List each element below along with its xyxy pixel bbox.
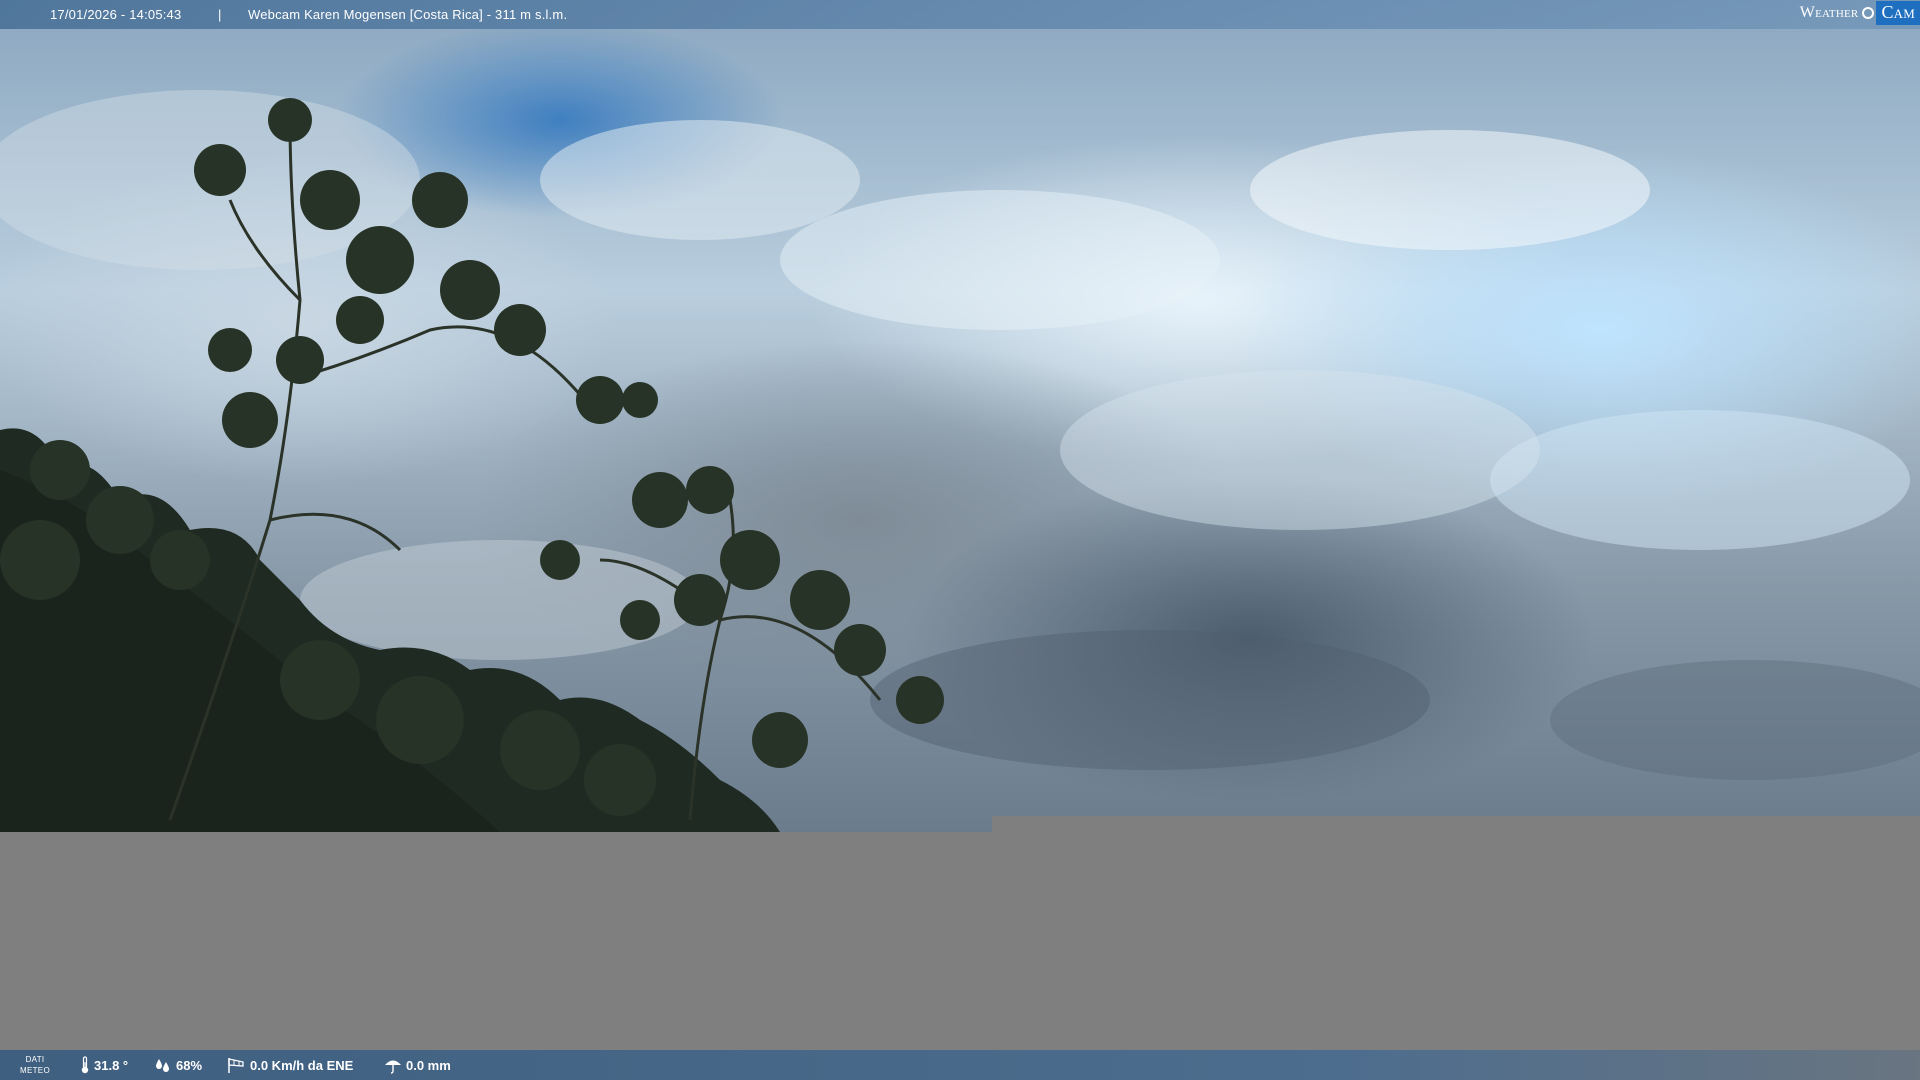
thermometer-icon	[81, 1056, 89, 1074]
wind-value: 0.0 Km/h da ENE	[250, 1057, 354, 1073]
temperature-value: 31.8 °	[94, 1057, 129, 1073]
meteo-label: METEO	[20, 1066, 50, 1075]
wind-sock-icon	[228, 1058, 244, 1073]
weather-data-bar: DATI METEO 31.8 ° 68% 0.0 Km/h da ENE 0.…	[0, 1050, 1920, 1080]
webcam-image	[0, 0, 1920, 832]
rain-value: 0.0 mm	[406, 1057, 451, 1073]
umbrella-icon	[385, 1060, 401, 1074]
image-gap-block	[992, 816, 1920, 832]
datetime-label: 17/01/2026 - 14:05:43	[50, 7, 182, 22]
humidity-value: 68%	[176, 1057, 203, 1073]
humidity-drops-icon	[156, 1059, 169, 1072]
webcam-title: Webcam Karen Mogensen [Costa Rica] - 311…	[248, 7, 568, 22]
rain-stat: 0.0 mm	[384, 1050, 451, 1080]
wind-stat: 0.0 Km/h da ENE	[226, 1050, 353, 1080]
logo-weather-text: Weather	[1799, 4, 1859, 21]
top-overlay-bar: 17/01/2026 - 14:05:43 | Webcam Karen Mog…	[0, 0, 1920, 29]
humidity-stat: 68%	[154, 1050, 202, 1080]
temperature-stat: 31.8 °	[80, 1050, 128, 1080]
dati-label: DATI	[25, 1055, 45, 1064]
logo-cam-text: Cam	[1876, 1, 1920, 25]
separator: |	[218, 7, 222, 22]
weathercam-logo[interactable]: Weather Cam	[1796, 0, 1920, 26]
tree-silhouette	[0, 90, 1920, 832]
dati-meteo-label[interactable]: DATI METEO	[18, 1054, 52, 1076]
logo-dot-icon	[1862, 7, 1875, 19]
